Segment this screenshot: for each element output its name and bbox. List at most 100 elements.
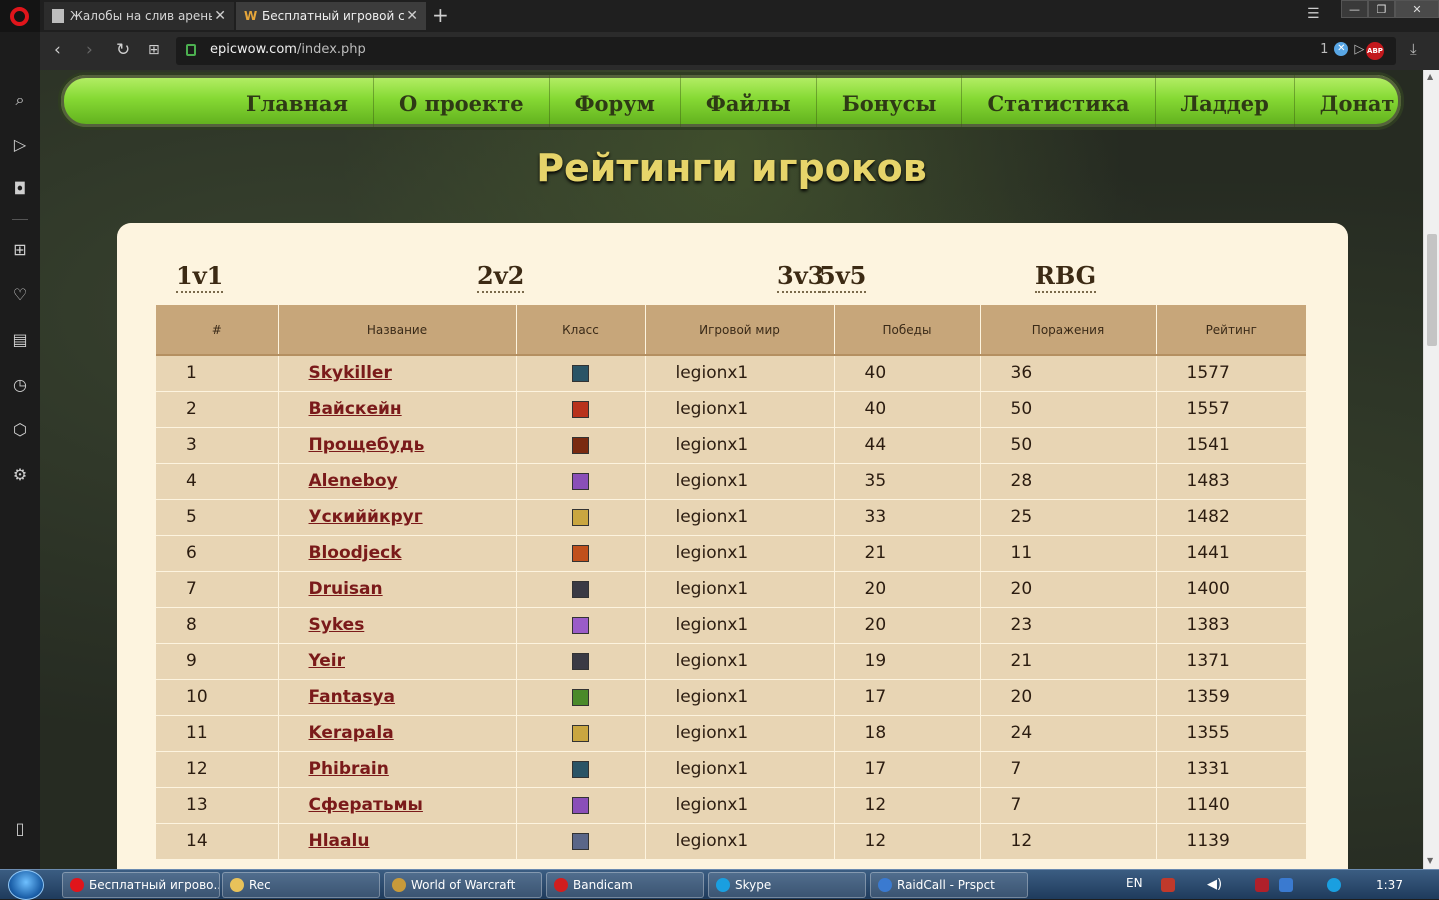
player-name-link[interactable]: Sykes [309, 615, 365, 635]
adblock-icon[interactable]: ✕ [1334, 42, 1349, 56]
player-name-link[interactable]: Прощебудь [309, 435, 425, 455]
history-icon[interactable]: ◷ [9, 374, 31, 396]
tray-app-icon[interactable] [1161, 878, 1175, 892]
camera-icon[interactable]: ◘ [9, 178, 31, 200]
scroll-up-icon[interactable]: ▲ [1427, 72, 1433, 81]
minimize-button[interactable]: — [1341, 0, 1368, 18]
address-toolbar: ‹ › ↻ ⊞ epicwow.com/index.php 1 ✕ ▷ ♡ AB… [40, 32, 1439, 70]
bracket-tab-rbg[interactable]: RBG [1035, 261, 1097, 293]
nav-forum[interactable]: Форум [550, 75, 681, 127]
heart-icon[interactable]: ♡ [9, 284, 31, 306]
volume-icon[interactable]: ◀) [1207, 878, 1222, 892]
taskbar-button[interactable]: RaidCall - Prspct [870, 872, 1028, 898]
nav-about[interactable]: О проекте [374, 75, 550, 127]
url-field[interactable]: epicwow.com/index.php 1 ✕ ▷ ♡ [176, 37, 1396, 65]
col-realm[interactable]: Игровой мир [645, 305, 835, 356]
nav-home[interactable]: Главная [221, 75, 374, 127]
player-name-link[interactable]: Skykiller [309, 363, 392, 383]
player-name-link[interactable]: Bloodjeck [309, 543, 402, 563]
rank-cell: 1 [156, 355, 279, 392]
close-tab-icon[interactable]: ✕ [406, 2, 418, 30]
col-losses[interactable]: Поражения [980, 305, 1157, 356]
player-name-link[interactable]: Ускиййкруг [309, 507, 423, 527]
sidebar-toggle-icon[interactable]: ▯ [9, 818, 31, 840]
opera-logo-icon [10, 7, 29, 26]
wins-cell: 20 [834, 607, 981, 644]
nav-bonuses[interactable]: Бонусы [817, 75, 963, 127]
speed-dial-icon[interactable]: ⊞ [148, 40, 160, 60]
player-name-link[interactable]: Вайскейн [309, 399, 402, 419]
player-name-link[interactable]: Kerapala [309, 723, 394, 743]
bracket-tab-5v5[interactable]: 5v5 [819, 261, 867, 293]
realm-cell: legionx1 [645, 751, 835, 788]
forward-icon[interactable]: › [86, 40, 93, 60]
nav-files[interactable]: Файлы [681, 75, 817, 127]
taskbar-button[interactable]: Skype [708, 872, 866, 898]
bracket-tab-3v3[interactable]: 3v3 [777, 261, 825, 293]
opera-menu-button[interactable] [0, 0, 40, 32]
send-icon[interactable]: ▷ [9, 134, 31, 156]
restore-button[interactable]: ❐ [1368, 0, 1395, 18]
extensions-icon[interactable]: ⬡ [9, 419, 31, 441]
col-rating[interactable]: Рейтинг [1156, 305, 1306, 356]
news-icon[interactable]: ▤ [9, 329, 31, 351]
download-icon[interactable]: ⤓ [1410, 40, 1417, 58]
bracket-tab-2v2[interactable]: 2v2 [477, 261, 525, 293]
nav-statistics[interactable]: Статистика [962, 75, 1156, 127]
abp-extension-icon[interactable]: ABP [1366, 42, 1384, 60]
taskbar-button[interactable]: Бесплатный игрово... [62, 872, 220, 898]
scrollbar-thumb[interactable] [1427, 234, 1437, 346]
taskbar-button[interactable]: Rec [222, 872, 380, 898]
table-row: 5 Ускиййкруг legionx1 33 25 1482 [156, 499, 1306, 536]
settings-gear-icon[interactable]: ⚙ [9, 464, 31, 486]
player-name-link[interactable]: Сфератьмы [309, 795, 423, 815]
player-name-link[interactable]: Fantasya [309, 687, 395, 707]
class-icon [572, 400, 589, 418]
col-name[interactable]: Название [278, 305, 517, 356]
browser-tab-1[interactable]: Жалобы на слив арены - ✕ [44, 2, 234, 30]
tab-menu-icon[interactable]: ☰ [1307, 6, 1320, 22]
back-icon[interactable]: ‹ [54, 40, 61, 60]
start-button[interactable] [8, 870, 44, 900]
send-icon[interactable]: ▷ [1354, 42, 1364, 57]
search-icon[interactable]: ⌕ [9, 89, 31, 111]
taskbar-button[interactable]: World of Warcraft [384, 872, 542, 898]
speed-dial-icon[interactable]: ⊞ [9, 239, 31, 261]
tray-raidcall-icon[interactable] [1279, 878, 1293, 892]
app-icon [70, 878, 84, 892]
player-name-link[interactable]: Yeir [309, 651, 346, 671]
close-window-button[interactable]: ✕ [1395, 0, 1439, 18]
rating-cell: 1359 [1156, 679, 1306, 716]
nav-ladder[interactable]: Ладдер [1156, 75, 1295, 127]
reload-icon[interactable]: ↻ [116, 40, 130, 60]
rating-cell: 1355 [1156, 715, 1306, 752]
wins-cell: 17 [834, 751, 981, 788]
tab-title: Бесплатный игровой серв [262, 9, 404, 23]
clock[interactable]: 1:37 [1376, 878, 1403, 892]
col-class[interactable]: Класс [516, 305, 646, 356]
class-cell [516, 499, 646, 536]
player-name-link[interactable]: Hlaalu [309, 831, 370, 851]
tray-skype-icon[interactable] [1327, 878, 1341, 892]
scroll-down-icon[interactable]: ▼ [1427, 856, 1433, 865]
realm-cell: legionx1 [645, 463, 835, 500]
page-scrollbar[interactable]: ▲ ▼ [1423, 70, 1439, 869]
tray-bandicam-icon[interactable] [1255, 878, 1269, 892]
bracket-tab-1v1[interactable]: 1v1 [176, 261, 224, 293]
browser-tab-2[interactable]: W Бесплатный игровой серв ✕ [236, 2, 426, 30]
realm-cell: legionx1 [645, 787, 835, 824]
col-rank[interactable]: # [156, 305, 279, 356]
realm-cell: legionx1 [645, 715, 835, 752]
close-tab-icon[interactable]: ✕ [214, 2, 226, 30]
bracket-tabs: 1v1 2v2 3v3 5v5 RBG [117, 261, 1348, 301]
language-indicator[interactable]: EN [1126, 876, 1143, 890]
nav-donate[interactable]: Донат [1295, 75, 1420, 127]
new-tab-button[interactable]: + [432, 3, 449, 27]
col-wins[interactable]: Победы [834, 305, 981, 356]
losses-cell: 20 [980, 571, 1157, 608]
player-name-link[interactable]: Druisan [309, 579, 383, 599]
player-name-link[interactable]: Aleneboy [309, 471, 398, 491]
taskbar-button-label: Bandicam [573, 878, 633, 892]
player-name-link[interactable]: Phibrain [309, 759, 389, 779]
taskbar-button[interactable]: Bandicam [546, 872, 704, 898]
